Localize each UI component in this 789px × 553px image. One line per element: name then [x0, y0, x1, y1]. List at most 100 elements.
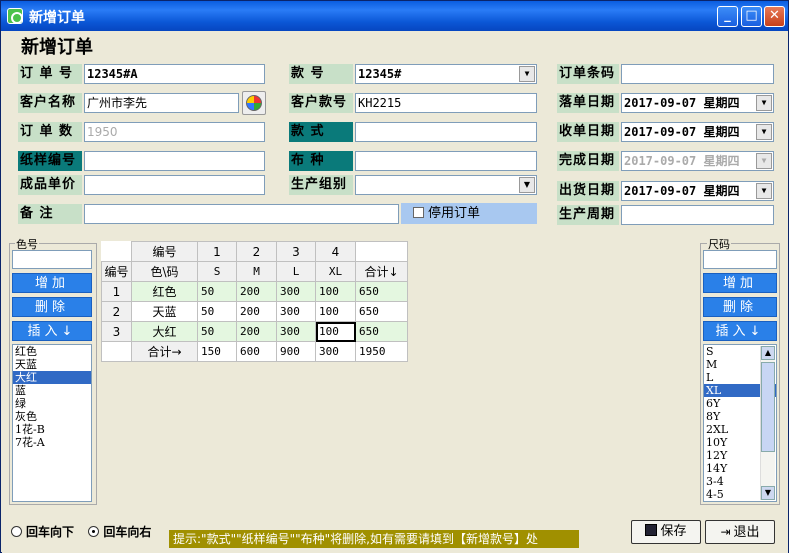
size-list-scrollbar[interactable]: ▲ ▼ — [760, 346, 775, 500]
cell-l[interactable]: 300 — [276, 321, 316, 342]
customer-style-input[interactable]: KH2215 — [355, 93, 537, 113]
list-item[interactable]: 灰色 — [13, 410, 91, 423]
scroll-thumb[interactable] — [761, 362, 775, 452]
minimize-button[interactable]: _ — [717, 6, 738, 27]
pattern-no-input[interactable] — [84, 151, 265, 171]
delete-color-button[interactable]: 删除 — [12, 297, 92, 317]
remark-input[interactable] — [84, 204, 399, 224]
customer-picker-button[interactable] — [242, 91, 266, 115]
list-item[interactable]: 蓝 — [13, 384, 91, 397]
chevron-down-icon[interactable]: ▼ — [519, 66, 535, 82]
disable-order-checkbox[interactable]: 停用订单 — [401, 203, 537, 224]
unit-price-label: 成品单价 — [18, 175, 82, 195]
order-no-input[interactable]: 12345#A — [84, 64, 265, 84]
list-item[interactable]: 1花-B — [13, 423, 91, 436]
scroll-down-icon[interactable]: ▼ — [761, 486, 775, 500]
production-group-select[interactable]: ▼ — [355, 175, 537, 195]
size-list[interactable]: S M L XL 6Y 8Y 2XL 10Y 12Y 14Y 3-4 4-5 ▲ ▼ — [703, 344, 777, 502]
chevron-down-icon[interactable]: ▼ — [756, 183, 772, 199]
grid-header-rowno: 编号 — [101, 261, 132, 282]
checkbox-icon[interactable] — [413, 207, 424, 218]
order-window: 新增订单 _ □ ✕ 新增订单 订 单 号 12345#A 款 号 12345#… — [0, 0, 789, 553]
table-row[interactable]: 2 天蓝 50 200 300 100 650 — [101, 301, 408, 322]
chevron-down-icon[interactable]: ▼ — [756, 95, 772, 111]
list-item[interactable]: 大红 — [13, 371, 91, 384]
remark-label: 备 注 — [18, 204, 82, 224]
total-row: 合计→ 150 600 900 300 1950 — [101, 341, 408, 362]
customer-name-label: 客户名称 — [18, 93, 82, 113]
list-item[interactable]: 7花-A — [13, 436, 91, 449]
grid-header-size-s: S — [197, 261, 237, 282]
order-grid[interactable]: 编号 1 2 3 4 编号 色\码 S M L XL 合计↓ 1 红色 50 2… — [101, 241, 408, 362]
total-all: 1950 — [355, 341, 408, 362]
fabric-label: 布 种 — [289, 151, 353, 171]
style-input[interactable] — [355, 122, 537, 142]
list-item[interactable]: 天蓝 — [13, 358, 91, 371]
ship-date-picker[interactable]: 2017-09-07 星期四 ▼ — [621, 181, 774, 201]
total-label: 合计→ — [131, 341, 198, 362]
insert-color-button[interactable]: 插入↓ — [12, 321, 92, 341]
order-date-value: 2017-09-07 星期四 — [624, 96, 740, 110]
production-group-label: 生产组别 — [289, 175, 353, 195]
order-barcode-label: 订单条码 — [557, 64, 619, 84]
app-icon — [7, 8, 23, 24]
order-barcode-input[interactable] — [621, 64, 774, 84]
table-row[interactable]: 3 大红 50 200 300 100 650 — [101, 321, 408, 342]
chevron-down-icon[interactable]: ▼ — [756, 153, 772, 169]
close-button[interactable]: ✕ — [764, 6, 785, 27]
color-list[interactable]: 红色 天蓝 大红蓝绿灰色 1花-B 7花-A — [12, 344, 92, 502]
cell-s[interactable]: 50 — [197, 301, 237, 322]
ship-date-value: 2017-09-07 星期四 — [624, 184, 740, 198]
grid-header-color: 色\码 — [131, 261, 198, 282]
enter-right-radio[interactable] — [88, 526, 100, 537]
title-bar: 新增订单 _ □ ✕ — [1, 1, 788, 31]
cell-s[interactable]: 50 — [197, 321, 237, 342]
row-color[interactable]: 天蓝 — [131, 301, 198, 322]
scroll-up-icon[interactable]: ▲ — [761, 346, 775, 360]
color-input[interactable] — [12, 250, 92, 269]
style-no-select[interactable]: 12345# ▼ — [355, 64, 537, 84]
total-m: 600 — [236, 341, 277, 362]
row-color[interactable]: 红色 — [131, 281, 198, 302]
grid-header-col4: 4 — [315, 241, 356, 262]
table-row[interactable]: 1 红色 50 200 300 100 650 — [101, 281, 408, 302]
fabric-input[interactable] — [355, 151, 537, 171]
add-size-button[interactable]: 增加 — [703, 273, 777, 293]
list-item[interactable]: 红色 — [13, 345, 91, 358]
grid-header-no: 编号 — [131, 241, 198, 262]
production-cycle-input[interactable] — [621, 205, 774, 225]
cell-xl-active[interactable]: 100 — [315, 321, 356, 342]
maximize-button[interactable]: □ — [741, 6, 762, 27]
add-color-button[interactable]: 增加 — [12, 273, 92, 293]
insert-size-button[interactable]: 插入↓ — [703, 321, 777, 341]
cell-m[interactable]: 200 — [236, 301, 277, 322]
list-item[interactable]: 绿 — [13, 397, 91, 410]
cell-xl[interactable]: 100 — [315, 301, 356, 322]
order-qty-input[interactable]: 1950 — [84, 122, 265, 142]
grid-header-size-m: M — [236, 261, 277, 282]
cell-total: 650 — [355, 301, 408, 322]
grid-header-size-l: L — [276, 261, 316, 282]
cell-m[interactable]: 200 — [236, 321, 277, 342]
enter-down-radio[interactable] — [11, 526, 22, 537]
customer-name-input[interactable]: 广州市李先 — [84, 93, 239, 113]
exit-button[interactable]: ⇥ 退出 — [705, 520, 775, 544]
row-color[interactable]: 大红 — [131, 321, 198, 342]
cell-l[interactable]: 300 — [276, 281, 316, 302]
save-button[interactable]: 保存 — [631, 520, 701, 544]
finish-date-picker[interactable]: 2017-09-07 星期四 ▼ — [621, 151, 774, 171]
chevron-down-icon[interactable]: ▼ — [756, 124, 772, 140]
cell-s[interactable]: 50 — [197, 281, 237, 302]
receive-date-picker[interactable]: 2017-09-07 星期四 ▼ — [621, 122, 774, 142]
size-input[interactable] — [703, 250, 777, 269]
grid-header-total[interactable]: 合计↓ — [355, 261, 408, 282]
cell-xl[interactable]: 100 — [315, 281, 356, 302]
delete-size-button[interactable]: 删除 — [703, 297, 777, 317]
cell-l[interactable]: 300 — [276, 301, 316, 322]
chevron-down-icon[interactable]: ▼ — [519, 177, 535, 193]
cell-m[interactable]: 200 — [236, 281, 277, 302]
color-ball-icon — [246, 95, 262, 111]
enter-right-label: 回车向右 — [103, 525, 152, 539]
order-date-picker[interactable]: 2017-09-07 星期四 ▼ — [621, 93, 774, 113]
unit-price-input[interactable] — [84, 175, 265, 195]
